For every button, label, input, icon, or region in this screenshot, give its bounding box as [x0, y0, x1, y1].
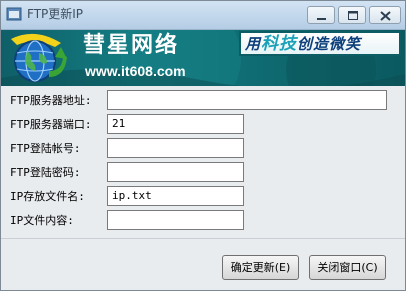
ftp-server-port-input[interactable]: 21	[107, 114, 244, 134]
app-icon	[6, 7, 22, 21]
window-title: FTP更新IP	[27, 7, 84, 21]
confirm-update-button[interactable]: 确定更新(E)	[222, 255, 299, 280]
brand-name: 彗星网络	[83, 33, 180, 58]
globe-arrow-logo-icon	[11, 33, 67, 82]
divider	[1, 238, 405, 239]
slogan-part-1: 用	[245, 35, 262, 53]
slogan-part-3: 创造微笑	[297, 35, 362, 53]
ip-file-name-input[interactable]: ip.txt	[107, 186, 244, 206]
ftp-server-port-label: FTP服务器端口:	[10, 118, 92, 131]
slogan-part-2: 科技	[261, 34, 298, 54]
ftp-update-ip-window: FTP更新IP 彗星网络 www.it608.com 用科技创造微笑 FTP服务…	[0, 0, 406, 291]
close-icon	[380, 11, 391, 21]
maximize-icon	[348, 11, 358, 20]
ftp-login-account-label: FTP登陆帐号:	[10, 142, 81, 155]
ftp-login-account-input[interactable]	[107, 138, 244, 158]
ftp-login-password-label: FTP登陆密码:	[10, 166, 81, 179]
ip-file-name-label: IP存放文件名:	[10, 190, 85, 203]
ftp-login-password-input[interactable]	[107, 162, 244, 182]
minimize-icon	[317, 18, 326, 20]
ip-file-content-input[interactable]	[107, 210, 244, 230]
ftp-server-address-input[interactable]	[107, 90, 387, 110]
maximize-button[interactable]	[338, 6, 366, 24]
close-window-button[interactable]	[369, 6, 401, 24]
brand-banner: 彗星网络 www.it608.com 用科技创造微笑	[1, 30, 405, 86]
close-window-text-button[interactable]: 关闭窗口(C)	[309, 255, 386, 280]
ftp-server-address-label: FTP服务器地址:	[10, 94, 92, 107]
ip-file-content-label: IP文件内容:	[10, 214, 74, 227]
title-bar[interactable]: FTP更新IP	[1, 1, 405, 30]
brand-url: www.it608.com	[85, 63, 186, 79]
minimize-button[interactable]	[307, 6, 335, 24]
slogan: 用科技创造微笑	[245, 34, 361, 54]
slogan-box: 用科技创造微笑	[239, 31, 401, 56]
